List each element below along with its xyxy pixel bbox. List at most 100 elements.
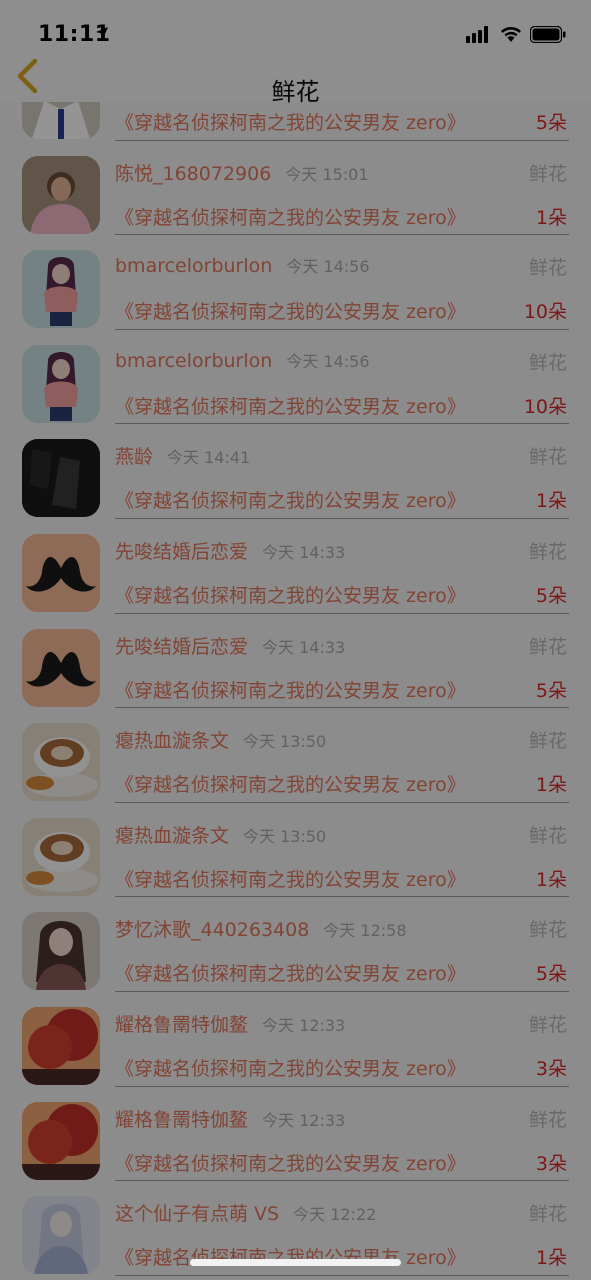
book-title[interactable]: 《穿越名侦探柯南之我的公安男友 zero》 — [115, 1243, 466, 1270]
sender-name-text[interactable]: 陈悦_168072906 — [115, 163, 271, 185]
mustache-icon — [22, 533, 100, 612]
sender-name[interactable]: 梦忆沐歌_440263408 今天 12:58 — [115, 915, 407, 942]
anime-girl-icon — [22, 912, 100, 991]
book-title[interactable]: 《穿越名侦探柯南之我的公安男友 zero》 — [115, 392, 466, 419]
list-item[interactable]: 梦忆沐歌_440263408 今天 12:58 鲜花 《穿越名侦探柯南之我的公安男… — [0, 905, 591, 1000]
sender-name-text[interactable]: 瘪热血漩条文 — [115, 825, 229, 847]
sender-name[interactable]: 陈悦_168072906 今天 15:01 — [115, 159, 369, 186]
flower-list[interactable]: 《穿越名侦探柯南之我的公安男友 zero》 5朵 陈悦_168072906 今天 … — [0, 102, 591, 1280]
book-title[interactable]: 《穿越名侦探柯南之我的公安男友 zero》 — [115, 1054, 466, 1081]
flower-count: 3朵 — [535, 1057, 567, 1080]
sender-name[interactable]: bmarcelorburlon 今天 14:56 — [115, 348, 370, 372]
sender-name-text[interactable]: 先唆结婚后恋爱 — [115, 636, 248, 658]
sender-name[interactable]: 先唆结婚后恋爱 今天 14:33 — [115, 537, 345, 564]
gift-type-label: 鲜花 — [528, 446, 567, 469]
book-title[interactable]: 《穿越名侦探柯南之我的公安男友 zero》 — [115, 108, 466, 135]
fairy-icon — [22, 1196, 100, 1275]
person-icon — [22, 102, 100, 139]
flower-count: 5朵 — [535, 584, 567, 607]
flower-count: 1朵 — [535, 1247, 567, 1270]
flower-count: 1朵 — [535, 490, 567, 513]
list-item[interactable]: 这个仙子有点萌 VS 今天 12:22 鲜花 《穿越名侦探柯南之我的公安男友 ze… — [0, 1189, 591, 1280]
divider — [115, 896, 569, 898]
send-time: 今天 12:58 — [323, 921, 407, 941]
list-item[interactable]: 先唆结婚后恋爱 今天 14:33 鲜花 《穿越名侦探柯南之我的公安男友 zero》… — [0, 622, 591, 717]
gift-type-label: 鲜花 — [528, 257, 567, 280]
list-item[interactable]: 陈悦_168072906 今天 15:01 鲜花 《穿越名侦探柯南之我的公安男友 … — [0, 149, 591, 244]
nav-bar: 鲜花 — [0, 54, 591, 106]
book-title[interactable]: 《穿越名侦探柯南之我的公安男友 zero》 — [115, 297, 466, 324]
divider — [115, 517, 569, 519]
tree-icon — [22, 1101, 100, 1180]
sender-name-text[interactable]: 瘪热血漩条文 — [115, 730, 229, 752]
sender-name[interactable]: 耀格鲁罱特伽鳌 今天 12:33 — [115, 1010, 345, 1037]
send-time: 今天 12:22 — [293, 1205, 377, 1225]
list-item[interactable]: bmarcelorburlon 今天 14:56 鲜花 《穿越名侦探柯南之我的公安… — [0, 338, 591, 433]
sender-name-text[interactable]: 耀格鲁罱特伽鳌 — [115, 1109, 248, 1131]
flower-count: 5朵 — [535, 112, 567, 134]
battery-icon — [530, 26, 566, 43]
dark-photo-icon — [22, 439, 100, 518]
sender-name[interactable]: 燕龄 今天 14:41 — [115, 442, 250, 469]
sender-name-text[interactable]: 先唆结婚后恋爱 — [115, 541, 248, 563]
sender-name[interactable]: 瘪热血漩条文 今天 13:50 — [115, 821, 326, 848]
book-title[interactable]: 《穿越名侦探柯南之我的公安男友 zero》 — [115, 581, 466, 608]
wifi-icon — [501, 27, 521, 42]
sender-name[interactable]: 瘪热血漩条文 今天 13:50 — [115, 726, 326, 753]
list-item[interactable]: 瘪热血漩条文 今天 13:50 鲜花 《穿越名侦探柯南之我的公安男友 zero》 … — [0, 811, 591, 906]
book-title[interactable]: 《穿越名侦探柯南之我的公安男友 zero》 — [115, 1149, 466, 1176]
divider — [115, 707, 569, 709]
anime-girl-icon — [22, 250, 100, 329]
list-item[interactable]: 《穿越名侦探柯南之我的公安男友 zero》 5朵 — [0, 102, 591, 149]
list-item[interactable]: 耀格鲁罱特伽鳌 今天 12:33 鲜花 《穿越名侦探柯南之我的公安男友 zero》… — [0, 1000, 591, 1095]
coffee-icon — [22, 817, 100, 896]
divider — [115, 234, 569, 236]
list-item[interactable]: 燕龄 今天 14:41 鲜花 《穿越名侦探柯南之我的公安男友 zero》 1朵 — [0, 432, 591, 527]
book-title[interactable]: 《穿越名侦探柯南之我的公安男友 zero》 — [115, 865, 466, 892]
sender-name[interactable]: 这个仙子有点萌 VS 今天 12:22 — [115, 1199, 376, 1226]
sender-name[interactable]: 先唆结婚后恋爱 今天 14:33 — [115, 632, 345, 659]
divider — [115, 1274, 569, 1276]
divider — [115, 1180, 569, 1182]
send-time: 今天 14:41 — [167, 448, 251, 468]
gift-type-label: 鲜花 — [528, 919, 567, 942]
divider — [115, 612, 569, 614]
sender-name[interactable]: bmarcelorburlon 今天 14:56 — [115, 253, 370, 277]
flower-count: 10朵 — [523, 395, 567, 418]
send-time: 今天 14:56 — [286, 257, 370, 277]
book-title[interactable]: 《穿越名侦探柯南之我的公安男友 zero》 — [115, 203, 466, 230]
gift-type-label: 鲜花 — [528, 635, 567, 658]
gift-type-label: 鲜花 — [528, 162, 567, 185]
send-time: 今天 15:01 — [285, 164, 369, 184]
send-time: 今天 13:50 — [243, 826, 327, 846]
sender-name-text[interactable]: 梦忆沐歌_440263408 — [115, 919, 309, 941]
divider — [115, 139, 569, 141]
book-title[interactable]: 《穿越名侦探柯南之我的公安男友 zero》 — [115, 486, 466, 513]
flower-count: 1朵 — [535, 774, 567, 797]
gift-type-label: 鲜花 — [528, 824, 567, 847]
send-time: 今天 12:33 — [262, 1110, 346, 1130]
list-item[interactable]: 瘪热血漩条文 今天 13:50 鲜花 《穿越名侦探柯南之我的公安男友 zero》 … — [0, 716, 591, 811]
list-item[interactable]: 先唆结婚后恋爱 今天 14:33 鲜花 《穿越名侦探柯南之我的公安男友 zero》… — [0, 527, 591, 622]
sender-name-text[interactable]: bmarcelorburlon — [115, 255, 272, 277]
sender-name-text[interactable]: 这个仙子有点萌 VS — [115, 1203, 279, 1225]
divider — [115, 423, 569, 425]
book-title[interactable]: 《穿越名侦探柯南之我的公安男友 zero》 — [115, 676, 466, 703]
sender-name[interactable]: 耀格鲁罱特伽鳌 今天 12:33 — [115, 1105, 345, 1132]
sender-name-text[interactable]: 燕龄 — [115, 446, 153, 468]
book-title[interactable]: 《穿越名侦探柯南之我的公安男友 zero》 — [115, 770, 466, 797]
gift-type-label: 鲜花 — [528, 351, 567, 374]
flower-count: 3朵 — [535, 1152, 567, 1175]
status-bar: 11:11 — [0, 0, 591, 54]
gift-type-label: 鲜花 — [528, 540, 567, 563]
divider — [115, 801, 569, 803]
list-item[interactable]: bmarcelorburlon 今天 14:56 鲜花 《穿越名侦探柯南之我的公安… — [0, 243, 591, 338]
list-item[interactable]: 耀格鲁罱特伽鳌 今天 12:33 鲜花 《穿越名侦探柯南之我的公安男友 zero》… — [0, 1095, 591, 1190]
cellular-signal-icon — [466, 26, 488, 43]
sender-name-text[interactable]: bmarcelorburlon — [115, 350, 272, 372]
divider — [115, 990, 569, 992]
sender-name-text[interactable]: 耀格鲁罱特伽鳌 — [115, 1014, 248, 1036]
book-title[interactable]: 《穿越名侦探柯南之我的公安男友 zero》 — [115, 959, 466, 986]
home-indicator[interactable] — [190, 1259, 401, 1266]
person-icon — [22, 155, 100, 234]
